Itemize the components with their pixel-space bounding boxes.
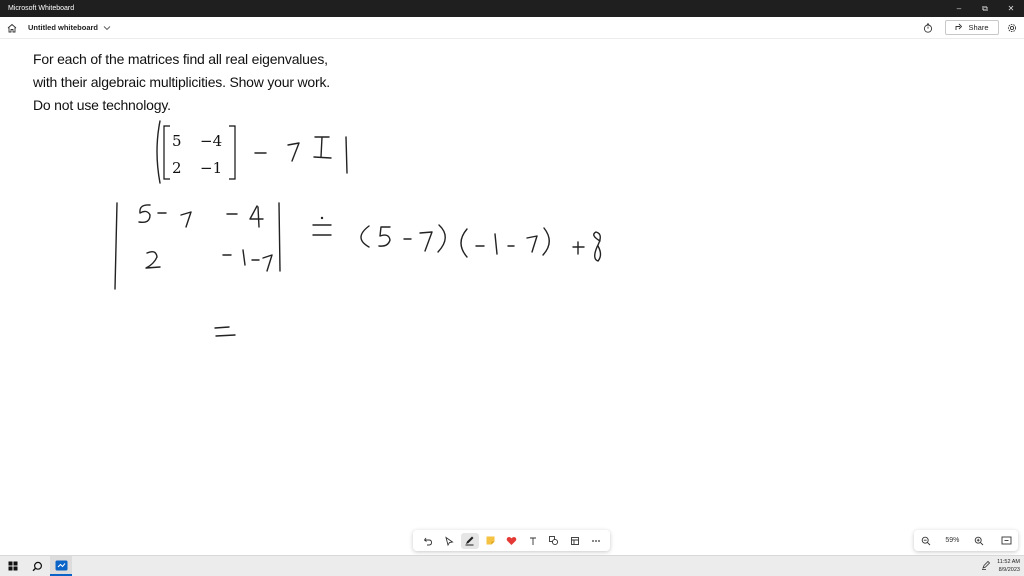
search-icon[interactable] xyxy=(26,556,48,576)
matrix-entry: −1 xyxy=(200,159,222,177)
clock-time: 11:52 AM xyxy=(997,559,1020,565)
restore-button[interactable]: ⧉ xyxy=(972,0,998,17)
drawing-toolbar xyxy=(413,530,610,551)
zoom-level[interactable]: 59% xyxy=(945,537,959,544)
pen-menu-icon[interactable] xyxy=(981,557,991,575)
clock-date: 8/9/2023 xyxy=(998,567,1020,573)
whiteboard-app-icon[interactable] xyxy=(50,556,72,576)
chevron-down-icon[interactable] xyxy=(103,25,111,31)
reaction-icon[interactable] xyxy=(503,533,521,549)
undo-icon[interactable] xyxy=(419,533,437,549)
handwritten-ink xyxy=(114,120,602,337)
os-taskbar: 11:52 AM 8/9/2023 xyxy=(0,555,1024,576)
system-clock[interactable]: 11:52 AM 8/9/2023 xyxy=(997,558,1020,574)
share-icon xyxy=(955,23,964,33)
window-title: Microsoft Whiteboard xyxy=(8,5,75,12)
close-button[interactable]: ✕ xyxy=(998,0,1024,17)
whiteboard-canvas[interactable]: For each of the matrices find all real e… xyxy=(0,39,1024,555)
matrix-entry: 5 xyxy=(172,132,182,150)
minimize-button[interactable]: – xyxy=(946,0,972,17)
ink-layer: 5 −4 2 −1 xyxy=(114,120,602,337)
share-label: Share xyxy=(968,23,989,32)
window-titlebar: Microsoft Whiteboard – ⧉ ✕ xyxy=(0,0,1024,17)
home-icon[interactable] xyxy=(5,21,19,35)
fit-to-screen-icon[interactable] xyxy=(998,533,1014,549)
ink-dots xyxy=(320,216,324,220)
shapes-icon[interactable] xyxy=(545,533,563,549)
typeset-matrix: 5 −4 2 −1 xyxy=(163,125,236,180)
windows-start-icon[interactable] xyxy=(2,556,24,576)
board-name[interactable]: Untitled whiteboard xyxy=(28,23,98,32)
share-button[interactable]: Share xyxy=(945,20,999,35)
app-header: Untitled whiteboard Share xyxy=(0,17,1024,39)
select-icon[interactable] xyxy=(440,533,458,549)
templates-icon[interactable] xyxy=(566,533,584,549)
pen-icon[interactable] xyxy=(460,532,479,549)
matrix-entry: −4 xyxy=(200,132,222,150)
more-icon[interactable] xyxy=(587,533,605,549)
zoom-controls: 59% xyxy=(914,530,1018,551)
system-tray: 11:52 AM 8/9/2023 xyxy=(981,557,1024,575)
matrix-entry: 2 xyxy=(172,159,182,177)
zoom-in-icon[interactable] xyxy=(971,533,987,549)
zoom-out-icon[interactable] xyxy=(918,533,934,549)
timer-icon[interactable] xyxy=(921,21,935,35)
sticky-note-icon[interactable] xyxy=(482,533,500,549)
text-icon[interactable] xyxy=(524,533,542,549)
gear-icon[interactable] xyxy=(1005,21,1019,35)
